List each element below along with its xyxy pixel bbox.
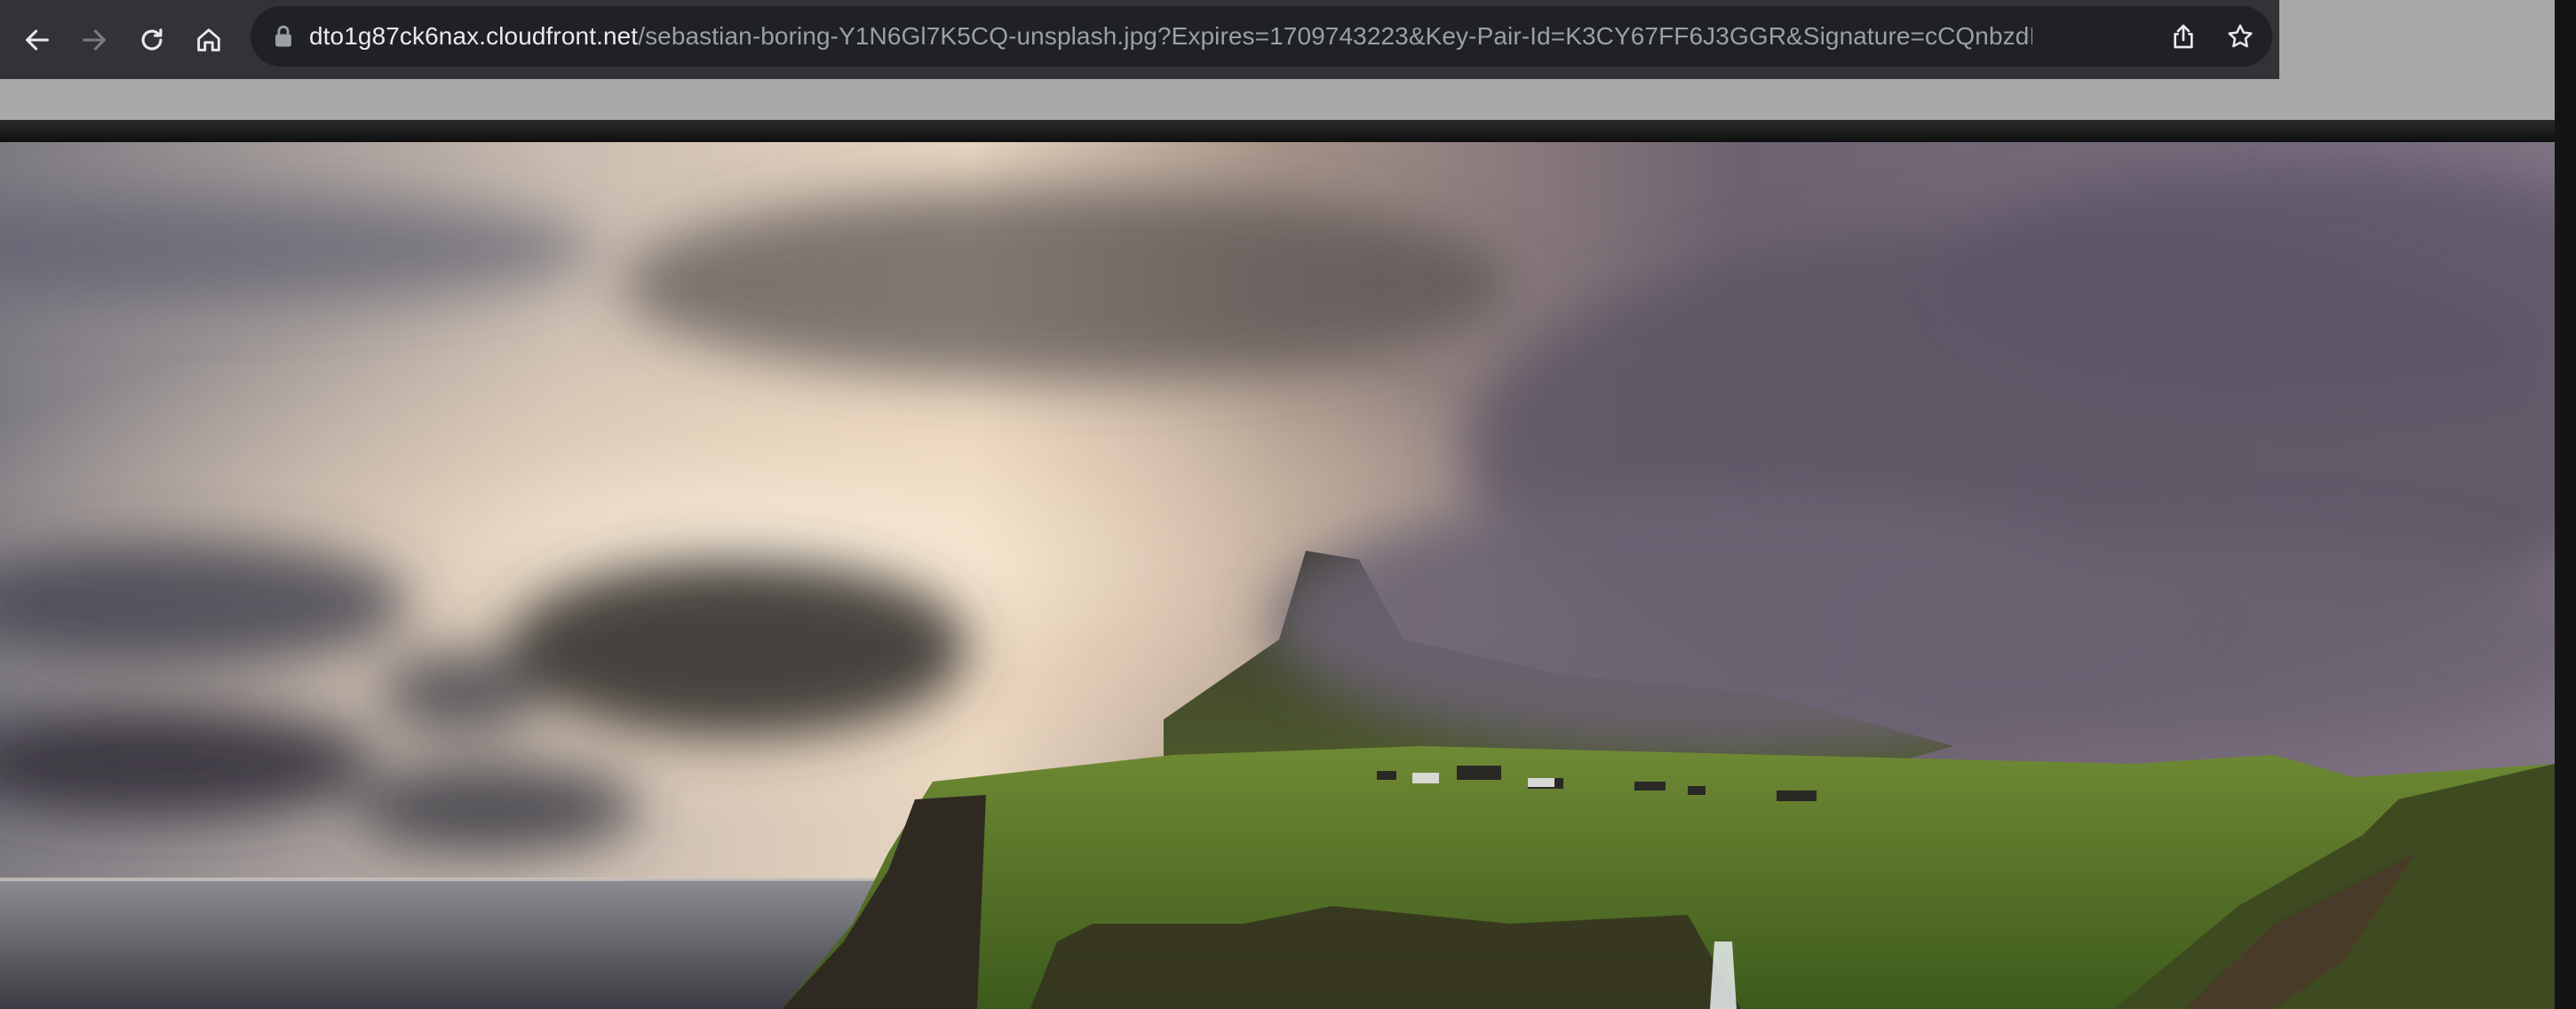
share-icon	[2174, 24, 2193, 49]
landscape-photo	[0, 142, 2555, 1009]
forward-button[interactable]	[69, 15, 119, 65]
forward-arrow-icon	[83, 29, 106, 51]
back-button[interactable]	[12, 15, 62, 65]
url-path: /sebastian-boring-Y1N6Gl7K5CQ-unsplash.j…	[638, 22, 2032, 50]
star-icon	[2228, 24, 2253, 48]
url-text[interactable]: dto1g87ck6nax.cloudfront.net/sebastian-b…	[309, 6, 2032, 67]
address-bar[interactable]: dto1g87ck6nax.cloudfront.net/sebastian-b…	[250, 6, 2272, 67]
page-background	[0, 79, 2555, 120]
back-arrow-icon	[26, 29, 49, 51]
image-top-border	[0, 120, 2555, 142]
bookmark-button[interactable]	[2222, 19, 2258, 54]
browser-toolbar: dto1g87ck6nax.cloudfront.net/sebastian-b…	[0, 0, 2279, 79]
reload-button[interactable]	[127, 15, 177, 65]
home-button[interactable]	[184, 15, 234, 65]
lock-icon[interactable]	[272, 24, 295, 49]
reload-icon	[141, 28, 163, 51]
window-edge	[2555, 0, 2576, 1009]
home-icon	[197, 28, 220, 52]
share-button[interactable]	[2166, 19, 2201, 54]
url-host: dto1g87ck6nax.cloudfront.net	[309, 22, 639, 50]
